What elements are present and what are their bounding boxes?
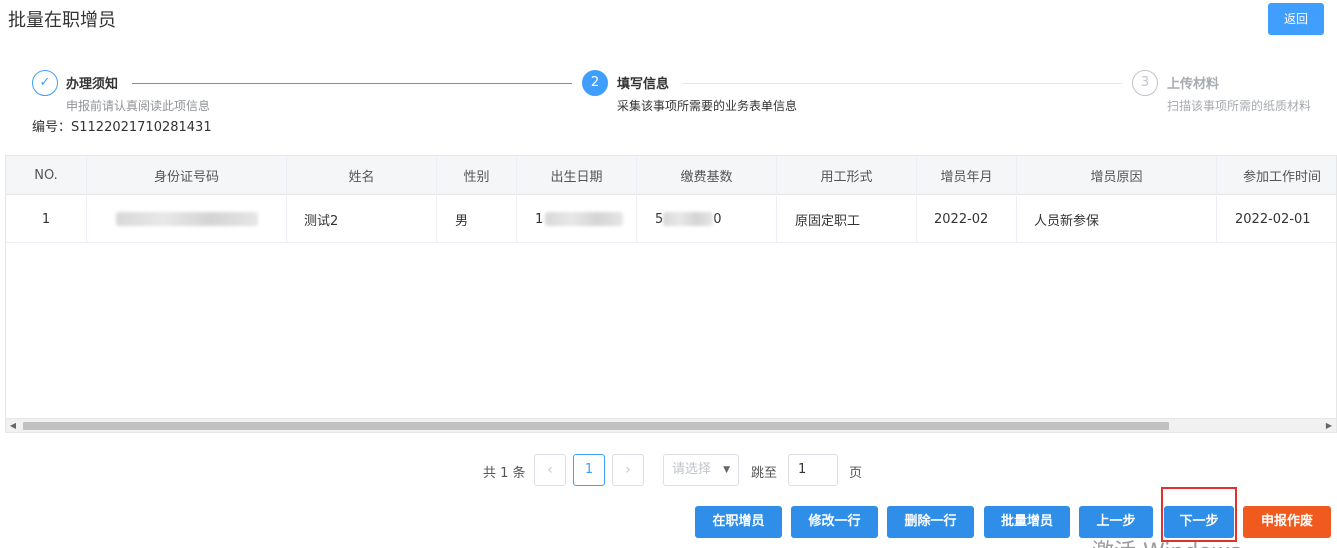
- col-header-id-number: 身份证号码: [87, 156, 287, 194]
- redacted-id-number: [115, 212, 258, 226]
- step-3-title: 上传材料: [1167, 77, 1220, 92]
- col-header-no: NO.: [6, 156, 87, 194]
- step-1-desc: 申报前请认真阅读此项信息: [66, 99, 211, 113]
- serial-number: 编号：S1122021710281431: [32, 120, 212, 135]
- void-declaration-button[interactable]: 申报作废: [1243, 506, 1331, 538]
- delete-row-button[interactable]: 删除一行: [887, 506, 974, 538]
- cell-work-start: 2022-02-01: [1235, 211, 1311, 227]
- cell-birth: 1: [517, 196, 637, 242]
- table-row[interactable]: 1 测试2 男 1 5 0 原固定职工 2022-02 人员新参保 2022-0…: [6, 196, 1336, 243]
- col-header-gender: 性别: [437, 156, 517, 194]
- base-visible-part-b: 0: [713, 211, 722, 227]
- col-header-name: 姓名: [287, 156, 437, 194]
- jump-label: 跳至: [751, 466, 778, 481]
- redacted-base: [663, 212, 714, 226]
- jump-page-input[interactable]: 1: [788, 454, 838, 486]
- cell-base: 5 0: [637, 196, 777, 242]
- prev-page-button[interactable]: ‹: [534, 454, 566, 486]
- scroll-left-icon[interactable]: ◀: [6, 419, 20, 432]
- page-unit: 页: [849, 466, 863, 481]
- back-button[interactable]: 返回: [1268, 3, 1324, 35]
- windows-activation-watermark: 激活 Windows: [1092, 534, 1241, 548]
- chevron-down-icon: ▼: [723, 465, 730, 475]
- step-2-line: [682, 83, 1122, 84]
- step-2-title: 填写信息: [617, 77, 670, 92]
- step-2-desc: 采集该事项所需要的业务表单信息: [617, 99, 798, 113]
- step-3-desc: 扫描该事项所需的纸质材料: [1167, 99, 1312, 113]
- next-page-button[interactable]: ›: [612, 454, 644, 486]
- cell-employment: 原固定职工: [777, 196, 917, 242]
- scrollbar-thumb[interactable]: [23, 422, 1169, 430]
- page-size-select[interactable]: 请选择 ▼: [663, 454, 739, 486]
- cell-no: 1: [6, 196, 87, 242]
- scroll-right-icon[interactable]: ▶: [1322, 419, 1336, 432]
- step-1-title: 办理须知: [66, 77, 119, 92]
- col-header-month: 增员年月: [917, 156, 1017, 194]
- base-visible-part-a: 5: [655, 211, 664, 227]
- step-1-line: [132, 83, 572, 84]
- col-header-work-start: 参加工作时间: [1242, 169, 1321, 185]
- edit-row-button[interactable]: 修改一行: [791, 506, 878, 538]
- data-table: NO. 身份证号码 姓名 性别 出生日期 缴费基数 用工形式 增员年月 增员原因…: [5, 155, 1337, 433]
- table-header: NO. 身份证号码 姓名 性别 出生日期 缴费基数 用工形式 增员年月 增员原因…: [6, 156, 1336, 195]
- col-header-reason: 增员原因: [1017, 156, 1217, 194]
- page-title: 批量在职增员: [8, 10, 116, 31]
- col-header-birth: 出生日期: [517, 156, 637, 194]
- cell-reason: 人员新参保: [1017, 196, 1217, 242]
- page-size-placeholder: 请选择: [672, 462, 712, 477]
- cell-name: 测试2: [287, 196, 437, 242]
- pagination-total: 共 1 条: [483, 466, 526, 481]
- horizontal-scrollbar[interactable]: ◀ ▶: [6, 418, 1336, 432]
- step-2-icon: 2: [582, 70, 608, 96]
- step-1-icon: ✓: [32, 70, 58, 96]
- cell-gender: 男: [437, 196, 517, 242]
- add-employee-button[interactable]: 在职增员: [695, 506, 782, 538]
- col-header-base: 缴费基数: [637, 156, 777, 194]
- cell-month: 2022-02: [917, 196, 1017, 242]
- cell-id-number: [87, 196, 287, 242]
- birth-visible-part: 1: [535, 211, 544, 227]
- page-number-1[interactable]: 1: [573, 454, 605, 486]
- col-header-employment: 用工形式: [777, 156, 917, 194]
- step-3-icon: 3: [1132, 70, 1158, 96]
- batch-add-button[interactable]: 批量增员: [984, 506, 1070, 538]
- redacted-birth: [545, 212, 624, 226]
